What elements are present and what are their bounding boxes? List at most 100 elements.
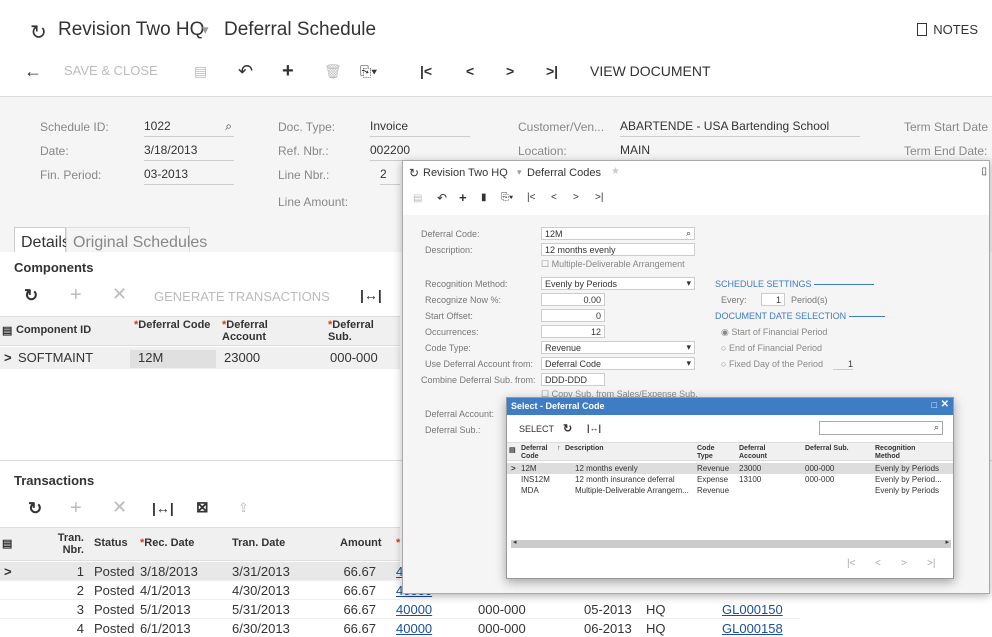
fit-columns-icon[interactable]: |↔| (152, 500, 174, 516)
column-header[interactable]: Deferral Code (521, 445, 551, 461)
fixed-day-field[interactable]: 1 (833, 359, 853, 370)
generate-transactions-button[interactable]: GENERATE TRANSACTIONS (154, 289, 330, 304)
type-cell[interactable]: Revenue (697, 464, 729, 473)
account-cell[interactable]: 13100 (739, 475, 761, 484)
table-row[interactable]: 4 Posted 6/1/2013 6/30/2013 66.67 40000 … (0, 619, 800, 637)
back-arrow-icon[interactable]: ← (24, 60, 42, 82)
delete-icon[interactable]: ▮ (481, 192, 487, 203)
amount-cell[interactable]: 66.67 (320, 583, 376, 598)
doc-type-field[interactable]: Invoice (370, 119, 470, 137)
grid-settings-icon[interactable]: ▤ (2, 324, 12, 337)
account-cell[interactable]: 23000 (739, 464, 761, 473)
batch-link[interactable]: GL000158 (722, 621, 783, 636)
ref-nbr-field[interactable]: 002200 (370, 143, 470, 161)
recog-method-select[interactable]: Evenly by Periods ▾ (541, 277, 695, 290)
column-header[interactable]: Status (94, 537, 128, 549)
table-row[interactable]: 2 Posted 4/1/2013 4/30/2013 66.67 40000 (0, 581, 432, 600)
search-icon[interactable]: ⌕ (934, 422, 939, 433)
deferral-code-field[interactable]: 12M ⌕ (541, 227, 695, 240)
rec-date-cell[interactable]: 5/1/2013 (140, 602, 191, 617)
tran-date-cell[interactable]: 3/31/2013 (232, 564, 290, 579)
next-icon[interactable]: > (573, 192, 579, 203)
end-period-radio[interactable]: ○ End of Financial Period (721, 343, 822, 353)
fit-columns-icon[interactable]: |↔| (587, 423, 601, 433)
first-page-icon[interactable]: |< (847, 558, 855, 569)
refresh-icon[interactable]: ↻ (28, 499, 42, 519)
use-def-acc-select[interactable]: Deferral Code ▾ (541, 357, 695, 370)
column-header[interactable]: *Deferral Account (222, 319, 302, 343)
status-cell[interactable]: Posted (94, 621, 134, 636)
copy-paste-icon[interactable]: ⎘▾ (360, 60, 377, 82)
table-row[interactable]: > 1 Posted 3/18/2013 3/31/2013 66.67 4 (0, 562, 403, 581)
amount-cell[interactable]: 66.67 (320, 602, 376, 617)
rec-date-cell[interactable]: 4/1/2013 (140, 583, 191, 598)
description-cell[interactable]: Multiple-Deliverable Arrangem... (575, 486, 695, 495)
add-icon[interactable]: + (282, 60, 294, 82)
first-icon[interactable]: |< (527, 192, 535, 203)
sub-cell[interactable]: 000-000 (805, 464, 834, 473)
fixed-day-radio[interactable]: ○ Fixed Day of the Period (721, 359, 823, 369)
location-field[interactable]: MAIN (620, 143, 860, 161)
search-icon[interactable]: ⌕ (225, 119, 232, 134)
component-id-cell[interactable]: SOFTMAINT (18, 350, 93, 365)
table-row[interactable]: INS12M 12 month insurance deferral Expen… (507, 474, 953, 485)
refresh-icon[interactable]: ↻ (30, 20, 47, 45)
close-icon[interactable]: ✕ (941, 399, 949, 410)
upload-icon[interactable]: ⇪ (238, 500, 249, 516)
tran-date-cell[interactable]: 6/30/2013 (232, 621, 290, 636)
description-cell[interactable]: 12 months evenly (575, 464, 638, 473)
start-period-radio[interactable]: ◉ Start of Financial Period (721, 327, 827, 338)
table-row[interactable]: > SOFTMAINT 12M 23000 000-000 (0, 347, 400, 369)
save-close-button[interactable]: SAVE & CLOSE (64, 60, 158, 82)
add-icon[interactable]: + (459, 190, 467, 205)
refresh-icon[interactable]: ↻ (409, 166, 419, 180)
tran-nbr-cell[interactable]: 4 (54, 621, 84, 636)
prev-icon[interactable]: < (551, 192, 557, 203)
amount-cell[interactable]: 66.67 (320, 564, 376, 579)
chevron-down-icon[interactable]: ▾ (202, 22, 209, 38)
sub-cell[interactable]: 000-000 (478, 602, 526, 617)
view-document-button[interactable]: VIEW DOCUMENT (590, 60, 711, 82)
column-header[interactable]: *Rec. Date (140, 537, 194, 549)
add-row-icon[interactable]: + (70, 497, 82, 520)
next-page-icon[interactable]: > (901, 558, 907, 569)
period-cell[interactable]: 06-2013 (584, 621, 632, 636)
table-row[interactable]: MDA Multiple-Deliverable Arrangem... Rev… (507, 485, 953, 496)
first-icon[interactable]: |< (420, 60, 432, 82)
tran-nbr-cell[interactable]: 3 (54, 602, 84, 617)
table-row[interactable]: > 12M 12 months evenly Revenue 23000 000… (507, 463, 953, 474)
sub-cell[interactable]: 000-000 (478, 621, 526, 636)
code-cell[interactable]: INS12M (521, 475, 550, 484)
batch-link[interactable]: GL000150 (722, 602, 783, 617)
description-field[interactable]: 12 months evenly (541, 243, 695, 256)
column-header[interactable]: Tran. Nbr. (44, 532, 84, 556)
sub-cell[interactable]: 000-000 (805, 475, 834, 484)
tran-date-cell[interactable]: 5/31/2013 (232, 602, 290, 617)
account-link[interactable]: 40000 (396, 621, 432, 636)
chevron-down-icon[interactable]: ▾ (517, 167, 522, 178)
next-icon[interactable]: > (506, 60, 514, 82)
prev-icon[interactable]: < (466, 60, 474, 82)
delete-row-icon[interactable]: ✕ (112, 497, 127, 518)
excel-export-icon[interactable]: ⊠ (196, 498, 209, 516)
rec-date-cell[interactable]: 6/1/2013 (140, 621, 191, 636)
maximize-icon[interactable]: □ (932, 400, 937, 410)
scroll-right-icon[interactable]: ▸ (945, 538, 949, 546)
save-icon[interactable]: ▤ (194, 60, 207, 82)
deferral-code-cell[interactable]: 12M (130, 350, 216, 368)
start-offset-field[interactable]: 0 (541, 309, 605, 322)
search-icon[interactable]: ⌕ (686, 228, 691, 239)
star-icon[interactable]: ★ (611, 166, 620, 177)
note-icon[interactable]: ▯ (981, 166, 987, 177)
grid-settings-icon[interactable]: ▤ (2, 537, 12, 550)
delete-icon[interactable]: 🗑 (324, 60, 342, 82)
status-cell[interactable]: Posted (94, 602, 134, 617)
column-header[interactable]: *Deferral Sub. (328, 319, 388, 343)
column-header[interactable]: *Deferral Code (134, 319, 214, 331)
date-field[interactable]: 3/18/2013 (144, 143, 234, 161)
refresh-icon[interactable]: ↻ (563, 422, 572, 435)
every-field[interactable]: 1 (761, 293, 785, 306)
description-cell[interactable]: 12 month insurance deferral (575, 475, 675, 484)
last-icon[interactable]: >| (546, 60, 558, 82)
type-cell[interactable]: Revenue (697, 486, 729, 495)
